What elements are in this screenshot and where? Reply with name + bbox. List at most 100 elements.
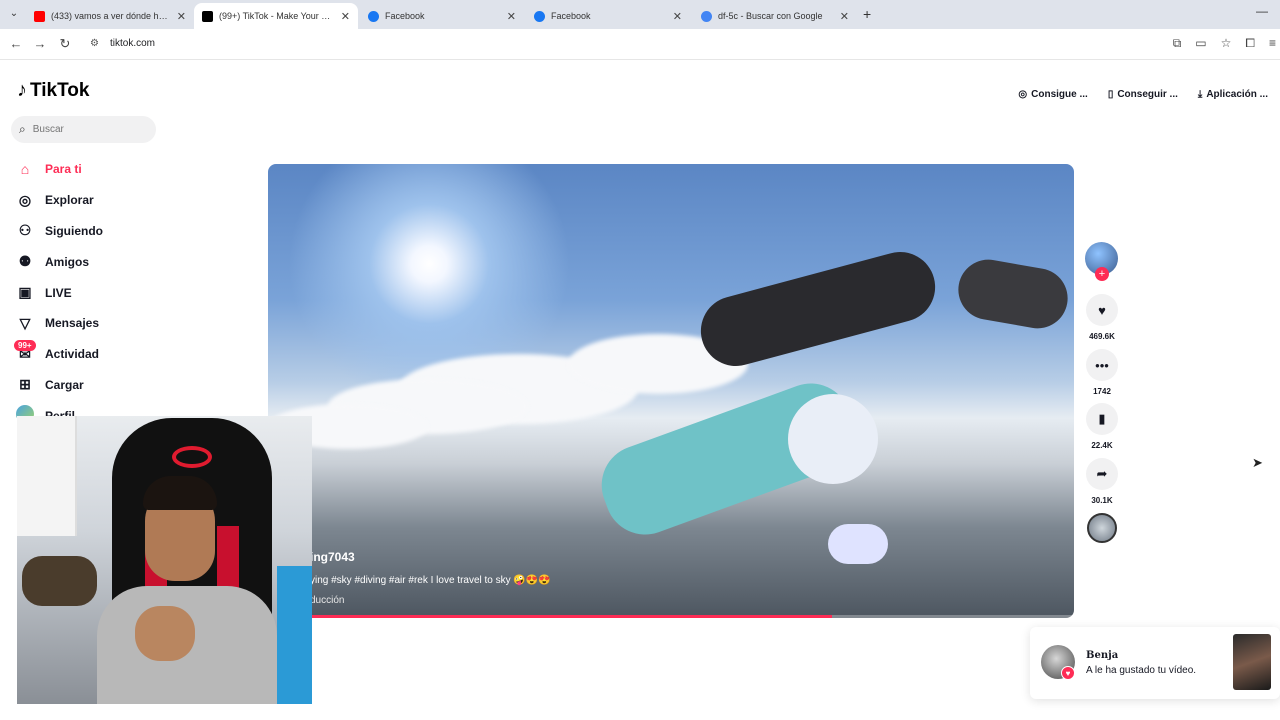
- live-icon: ▣: [18, 284, 32, 301]
- sidebar-item-label: Actividad: [45, 347, 100, 362]
- sidebar-item-cargar[interactable]: ⊞ Cargar: [16, 370, 103, 401]
- top-links: ◎ Consigue ... ▯ Conseguir ... ⤓ Aplicación…: [1012, 83, 1274, 105]
- address-bar: ← → ↻ ⚙ tiktok.com ⧉ ▭ ☆ ⧠ ≡: [0, 29, 1280, 60]
- sidebar-item-label: Cargar: [45, 377, 84, 392]
- close-tab-icon[interactable]: ✕: [673, 10, 682, 23]
- reload-icon[interactable]: ↻: [57, 36, 73, 52]
- menu-icon[interactable]: ≡: [1269, 36, 1276, 51]
- download-icon: ⤓: [1197, 88, 1203, 100]
- sidebar-item-mensajes[interactable]: ▽ Mensajes: [16, 308, 103, 339]
- browser-tab-bar: ⌄ (433) vamos a ver dónde hay f... ✕ (99…: [0, 0, 1280, 29]
- cast-icon[interactable]: ▭: [1195, 36, 1206, 51]
- back-icon[interactable]: ←: [8, 36, 24, 51]
- share-icon: ➦: [1096, 466, 1108, 481]
- phone-icon: ▯: [1107, 88, 1114, 100]
- minimize-icon[interactable]: —: [1256, 4, 1268, 18]
- friends-icon: ⚉: [18, 253, 32, 270]
- notification-name: Benja: [1086, 650, 1119, 661]
- notification-video-thumbnail[interactable]: [1233, 634, 1271, 690]
- close-tab-icon[interactable]: ✕: [840, 10, 849, 23]
- forward-icon[interactable]: →: [32, 36, 48, 51]
- top-link-label: Conseguir ...: [1117, 88, 1178, 100]
- streamer-hair: [143, 476, 217, 510]
- sidebar-item-para-ti[interactable]: ⌂ Para ti: [16, 154, 103, 185]
- browser-tab[interactable]: df-5c - Buscar con Google ✕: [693, 3, 857, 29]
- search-icon: ⌕: [19, 122, 26, 136]
- close-tab-icon[interactable]: ✕: [507, 10, 516, 23]
- helmet-figure: [788, 394, 878, 484]
- site-info-icon[interactable]: ⚙: [90, 38, 99, 49]
- sidebar-item-label: Para ti: [45, 162, 82, 177]
- tab-search-icon[interactable]: ⌄: [6, 6, 22, 22]
- follow-plus-icon[interactable]: +: [1095, 267, 1109, 281]
- tiktok-favicon-icon: [202, 10, 213, 22]
- url-text[interactable]: tiktok.com: [110, 38, 155, 49]
- following-icon: ⚇: [18, 222, 32, 239]
- close-tab-icon[interactable]: ✕: [177, 10, 186, 23]
- browser-tab[interactable]: Facebook ✕: [360, 3, 524, 29]
- browser-tab-active[interactable]: (99+) TikTok - Make Your Day ✕: [194, 3, 358, 29]
- webcam-overlay: [17, 416, 312, 704]
- desktop-app-link[interactable]: ⤓ Aplicación ...: [1192, 83, 1274, 105]
- sidebar-item-amigos[interactable]: ⚉ Amigos: [16, 246, 103, 277]
- sidebar-item-label: Amigos: [45, 254, 90, 269]
- tiktok-logo[interactable]: ♪ TikTok: [17, 79, 89, 102]
- tab-title: (433) vamos a ver dónde hay f...: [51, 11, 171, 21]
- sidebar-item-live[interactable]: ▣ LIVE: [16, 277, 103, 308]
- extensions-icon[interactable]: ⧠: [1245, 36, 1255, 51]
- video-username[interactable]: ing7043: [310, 550, 355, 564]
- mouse-cursor-icon: ➤: [1252, 455, 1263, 470]
- google-favicon-icon: [701, 10, 712, 22]
- youtube-favicon-icon: [34, 10, 45, 22]
- bookmark-star-icon[interactable]: ☆: [1221, 36, 1232, 51]
- video-player[interactable]: [268, 164, 1074, 618]
- save-button[interactable]: ▮: [1086, 403, 1118, 435]
- sidebar-item-explorar[interactable]: ◎ Explorar: [16, 185, 103, 216]
- like-button[interactable]: ♥: [1086, 294, 1118, 326]
- search-input[interactable]: [32, 124, 133, 135]
- coin-icon: ◎: [1018, 88, 1028, 100]
- streamer-hand: [135, 606, 195, 661]
- messages-icon: ▽: [19, 314, 31, 331]
- comment-count: 1742: [1093, 387, 1111, 396]
- home-icon: ⌂: [20, 161, 30, 178]
- notification-toast[interactable]: ♥ Benja A le ha gustado tu vídeo.: [1030, 627, 1280, 699]
- comment-icon: •••: [1095, 357, 1109, 373]
- heart-icon: ♥: [1061, 666, 1075, 680]
- new-tab-icon[interactable]: +: [863, 6, 871, 22]
- browser-tab[interactable]: Facebook ✕: [526, 3, 690, 29]
- translate-icon[interactable]: ⧉: [1173, 36, 1182, 51]
- browser-tab[interactable]: (433) vamos a ver dónde hay f... ✕: [26, 3, 194, 29]
- video-music[interactable]: ducción: [310, 595, 344, 606]
- comment-button[interactable]: •••: [1086, 349, 1118, 381]
- tiktok-note-icon: ♪: [17, 79, 27, 101]
- close-tab-icon[interactable]: ✕: [341, 10, 350, 23]
- glove-figure: [828, 524, 888, 564]
- upload-icon: ⊞: [19, 376, 31, 393]
- music-disc-icon[interactable]: [1087, 513, 1117, 543]
- video-progress-fill: [268, 615, 833, 618]
- get-coins-link[interactable]: ◎ Consigue ...: [1012, 83, 1093, 105]
- sidebar-item-siguiendo[interactable]: ⚇ Siguiendo: [16, 216, 103, 247]
- skydiver-figure: [693, 244, 943, 374]
- sidebar-item-actividad[interactable]: ✉ 99+ Actividad: [14, 339, 103, 370]
- webcam-background: [22, 556, 97, 606]
- logo-text: TikTok: [30, 79, 90, 101]
- share-count: 30.1K: [1091, 496, 1113, 505]
- share-button[interactable]: ➦: [1086, 458, 1118, 490]
- notification-badge: 99+: [14, 339, 36, 351]
- heart-icon: ♥: [1098, 302, 1106, 318]
- video-description: ying #sky #diving #air #rek I love trave…: [310, 575, 551, 586]
- facebook-favicon-icon: [534, 10, 545, 22]
- tab-title: Facebook: [385, 11, 425, 21]
- get-app-link[interactable]: ▯ Conseguir ...: [1102, 83, 1184, 105]
- skydiver-figure: [953, 254, 1073, 334]
- bookmark-icon: ▮: [1098, 411, 1106, 426]
- tab-title: (99+) TikTok - Make Your Day: [219, 11, 335, 21]
- notification-message: A le ha gustado tu vídeo.: [1086, 665, 1197, 676]
- sidebar-item-label: Explorar: [45, 193, 94, 208]
- webcam-background: [17, 416, 77, 536]
- chair-logo-icon: [172, 446, 212, 468]
- sidebar-item-label: Mensajes: [45, 316, 100, 331]
- search-box[interactable]: ⌕: [11, 116, 156, 143]
